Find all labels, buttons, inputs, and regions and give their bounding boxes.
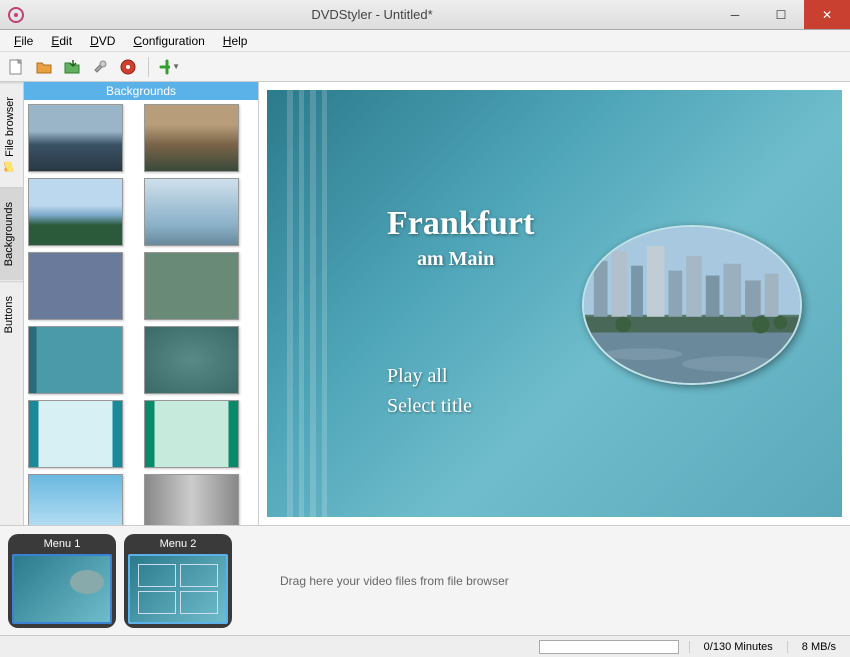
timeline[interactable]: Menu 1 Menu 2 Drag here your video files…: [0, 525, 850, 635]
settings-button[interactable]: [88, 55, 112, 79]
background-thumb[interactable]: [144, 326, 239, 394]
decorative-stripes: [287, 90, 327, 517]
menu-thumb-preview: [12, 554, 112, 624]
background-thumb[interactable]: [28, 252, 123, 320]
title-bar: DVDStyler - Untitled* ─ ☐ ✕: [0, 0, 850, 30]
menu-edit[interactable]: Edit: [43, 32, 80, 50]
toolbar: ▼: [0, 52, 850, 82]
thumbnail-grid[interactable]: [24, 100, 258, 525]
status-duration: 0/130 Minutes: [689, 641, 787, 653]
sidetab-file-browser[interactable]: 📁 File browser: [0, 82, 23, 187]
window-title: DVDStyler - Untitled*: [32, 7, 712, 22]
menu-bar: File Edit DVD Configuration Help: [0, 30, 850, 52]
background-thumb[interactable]: [144, 252, 239, 320]
menu-file[interactable]: File: [6, 32, 41, 50]
menu-dvd[interactable]: DVD: [82, 32, 123, 50]
timeline-drop-hint: Drag here your video files from file bro…: [240, 574, 842, 588]
sidetab-backgrounds[interactable]: Backgrounds: [0, 187, 23, 280]
add-button[interactable]: ▼: [157, 55, 181, 79]
main-area: 📁 File browser Backgrounds Buttons Backg…: [0, 82, 850, 525]
burn-disc-button[interactable]: [116, 55, 140, 79]
menu-title[interactable]: Frankfurt: [387, 205, 534, 243]
background-thumb[interactable]: [144, 178, 239, 246]
background-thumb[interactable]: [28, 326, 123, 394]
background-thumb[interactable]: [144, 104, 239, 172]
browser-panel: Backgrounds: [24, 82, 259, 525]
background-thumb[interactable]: [28, 104, 123, 172]
background-thumb[interactable]: [28, 178, 123, 246]
dvd-menu-canvas[interactable]: Frankfurt am Main Play all Select title: [267, 90, 842, 517]
background-thumb[interactable]: [144, 474, 239, 525]
canvas-area: Frankfurt am Main Play all Select title: [259, 82, 850, 525]
menu-thumb-label: Menu 1: [44, 538, 81, 550]
menu-thumb-1[interactable]: Menu 1: [8, 534, 116, 628]
menu-thumb-2[interactable]: Menu 2: [124, 534, 232, 628]
close-button[interactable]: ✕: [804, 0, 850, 29]
browser-header: Backgrounds: [24, 82, 258, 100]
status-bar: 0/130 Minutes 8 MB/s: [0, 635, 850, 657]
menu-subtitle[interactable]: am Main: [417, 248, 494, 271]
toolbar-separator: [148, 57, 149, 77]
status-progress: [539, 640, 679, 654]
background-thumb[interactable]: [28, 474, 123, 525]
background-thumb[interactable]: [28, 400, 123, 468]
maximize-button[interactable]: ☐: [758, 0, 804, 29]
background-thumb[interactable]: [144, 400, 239, 468]
side-tabs: 📁 File browser Backgrounds Buttons: [0, 82, 24, 525]
new-doc-button[interactable]: [4, 55, 28, 79]
minimize-button[interactable]: ─: [712, 0, 758, 29]
menu-thumb-preview: [128, 554, 228, 624]
save-button[interactable]: [60, 55, 84, 79]
menu-button-select-title[interactable]: Select title: [387, 395, 472, 418]
sidetab-buttons[interactable]: Buttons: [0, 281, 23, 347]
menu-button-play-all[interactable]: Play all: [387, 365, 448, 388]
menu-thumb-label: Menu 2: [160, 538, 197, 550]
menu-configuration[interactable]: Configuration: [125, 32, 212, 50]
status-rate: 8 MB/s: [787, 641, 850, 653]
open-folder-button[interactable]: [32, 55, 56, 79]
dropdown-caret-icon: ▼: [172, 62, 180, 71]
app-icon: [6, 5, 26, 25]
menu-help[interactable]: Help: [215, 32, 256, 50]
menu-image-oval[interactable]: [582, 225, 802, 385]
